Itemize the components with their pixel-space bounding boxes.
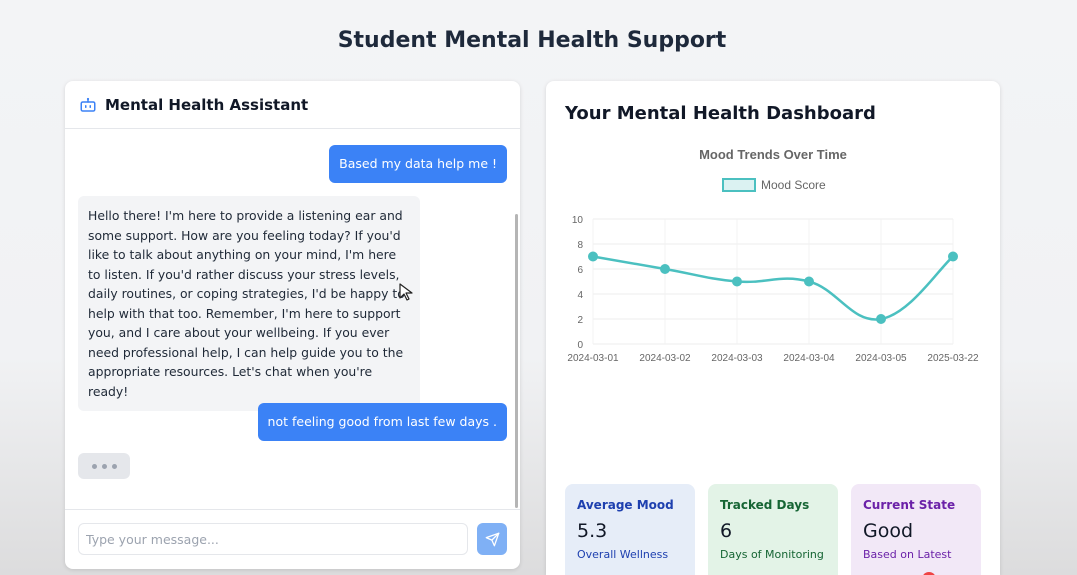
chart-grid bbox=[592, 218, 954, 345]
chat-header: Mental Health Assistant bbox=[65, 81, 520, 129]
y-tick-label: 10 bbox=[572, 215, 584, 226]
typing-indicator bbox=[78, 453, 130, 479]
assistant-message: Hello there! I'm here to provide a liste… bbox=[78, 196, 420, 411]
message-input[interactable] bbox=[78, 523, 468, 555]
x-tick-label: 2025-03-22 bbox=[927, 353, 979, 361]
current-state-card: Current State Good Based on Latest bbox=[851, 484, 981, 575]
y-tick-label: 8 bbox=[577, 240, 583, 251]
mood-score-line bbox=[592, 255, 954, 321]
mood-trend-chart: Mood Trends Over Time Mood Score 0 2 4 6 8 10… bbox=[567, 147, 979, 361]
user-message: Based my data help me ! bbox=[329, 145, 507, 183]
legend-label: Mood Score bbox=[761, 178, 826, 192]
card-subtitle: Overall Wellness bbox=[577, 548, 669, 561]
x-tick-label: 2024-03-03 bbox=[711, 353, 763, 361]
tracked-days-card: Tracked Days 6 Days of Monitoring bbox=[708, 484, 838, 575]
bot-icon bbox=[80, 97, 96, 112]
chat-panel: Mental Health Assistant Based my data he… bbox=[65, 81, 520, 569]
typing-dot bbox=[91, 463, 97, 469]
mouse-cursor-icon bbox=[399, 283, 413, 301]
x-tick-label: 2024-03-05 bbox=[855, 353, 907, 361]
chart-legend[interactable]: Mood Score bbox=[722, 178, 826, 192]
x-tick-label: 2024-03-02 bbox=[639, 353, 691, 361]
card-subtitle: Based on Latest bbox=[863, 548, 952, 561]
card-label: Tracked Days bbox=[720, 498, 810, 512]
y-tick-label: 4 bbox=[577, 290, 583, 301]
chat-scrollbar[interactable] bbox=[515, 214, 518, 508]
data-point[interactable] bbox=[732, 276, 742, 287]
chart-title: Mood Trends Over Time bbox=[699, 147, 847, 162]
mood-score-points bbox=[588, 251, 958, 324]
card-label: Average Mood bbox=[577, 498, 674, 512]
user-message: not feeling good from last few days . bbox=[257, 403, 507, 441]
x-axis-ticks: 2024-03-01 2024-03-02 2024-03-03 2024-03-04… bbox=[567, 353, 979, 361]
average-mood-card: Average Mood 5.3 Overall Wellness bbox=[565, 484, 695, 575]
chat-input-area bbox=[65, 509, 520, 569]
page-title: Student Mental Health Support bbox=[337, 28, 727, 53]
card-value: 5.3 bbox=[577, 520, 608, 542]
dashboard-title: Your Mental Health Dashboard bbox=[565, 103, 876, 124]
typing-dot bbox=[101, 463, 107, 469]
chat-title: Mental Health Assistant bbox=[105, 95, 309, 114]
send-button[interactable] bbox=[477, 523, 507, 555]
y-axis-ticks: 0 2 4 6 8 10 bbox=[572, 215, 584, 351]
card-subtitle: Days of Monitoring bbox=[720, 548, 824, 561]
data-point[interactable] bbox=[876, 314, 886, 324]
legend-swatch bbox=[722, 178, 756, 192]
card-value: Good bbox=[863, 520, 914, 542]
data-point[interactable] bbox=[660, 264, 670, 274]
card-label: Current State bbox=[863, 498, 956, 512]
send-icon bbox=[485, 532, 499, 546]
x-tick-label: 2024-03-04 bbox=[783, 353, 835, 361]
data-point[interactable] bbox=[588, 251, 598, 262]
y-tick-label: 2 bbox=[577, 315, 583, 326]
dashboard-panel: Your Mental Health Dashboard Mood Trends… bbox=[546, 81, 1000, 575]
x-tick-label: 2024-03-01 bbox=[567, 353, 619, 361]
chat-messages: Based my data help me ! Hello there! I'm… bbox=[65, 130, 520, 510]
card-value: 6 bbox=[720, 520, 733, 542]
typing-dot bbox=[111, 463, 117, 469]
y-tick-label: 0 bbox=[577, 340, 583, 351]
y-tick-label: 6 bbox=[577, 265, 583, 276]
data-point[interactable] bbox=[948, 251, 958, 262]
data-point[interactable] bbox=[804, 276, 814, 287]
